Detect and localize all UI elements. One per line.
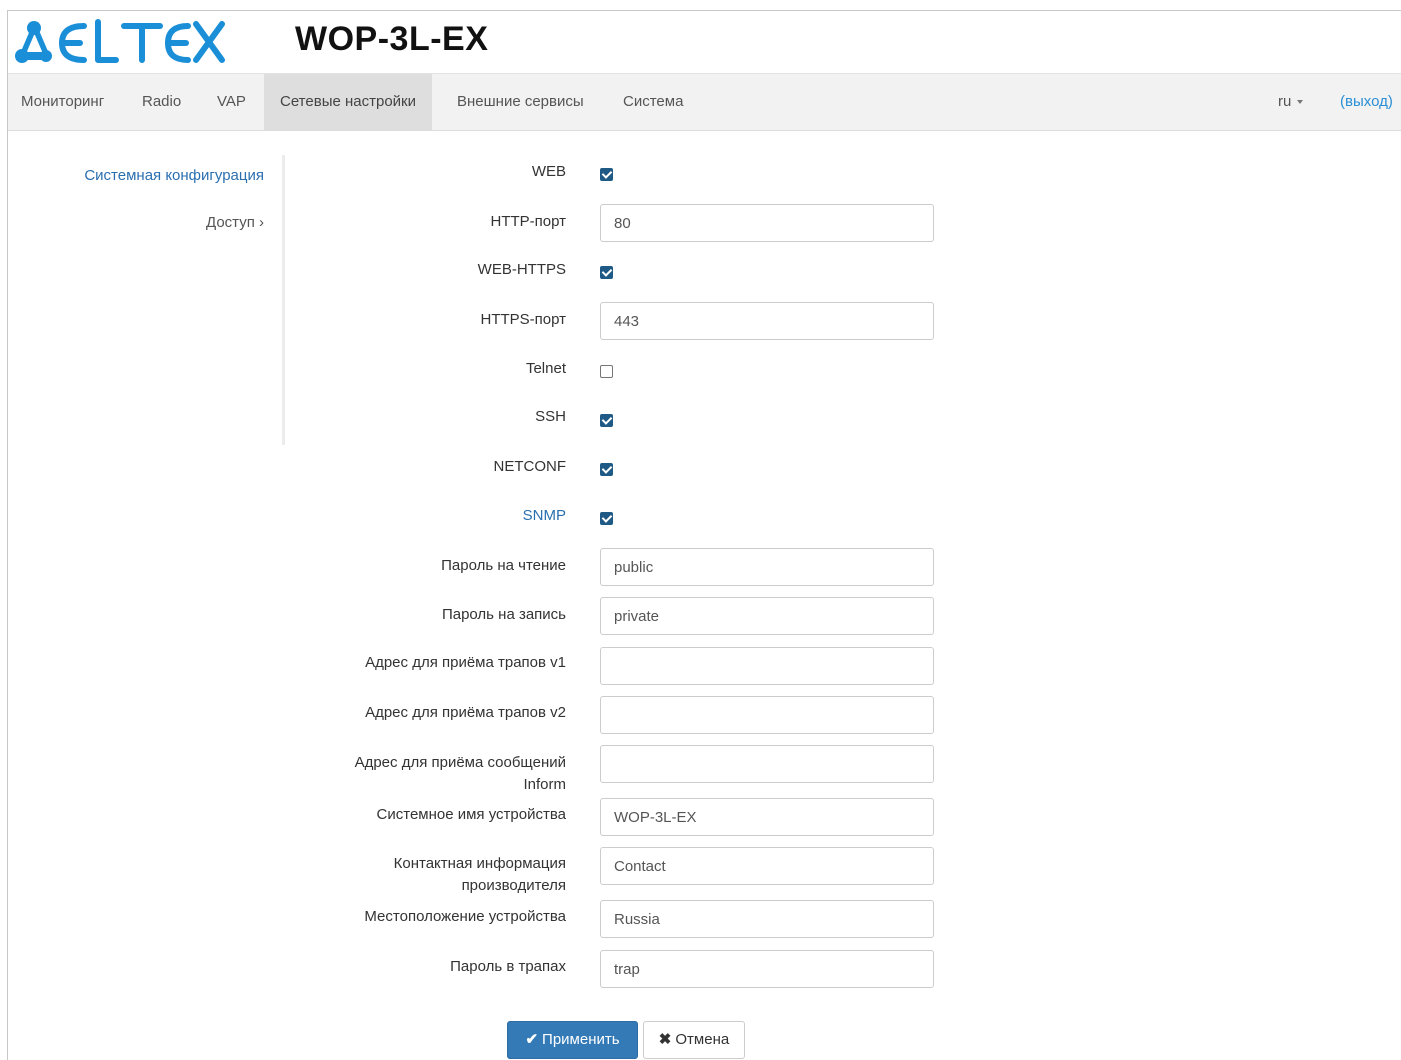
https-port-label: HTTPS-порт xyxy=(480,311,566,328)
sys-name-input[interactable] xyxy=(600,798,934,836)
sidebar-item-access[interactable]: Доступ › xyxy=(206,214,264,231)
trap-password-input[interactable] xyxy=(600,950,934,988)
ssh-label: SSH xyxy=(535,408,566,425)
sys-name-label: Системное имя устройства xyxy=(376,806,566,823)
read-password-label: Пароль на чтение xyxy=(441,557,566,574)
times-icon: ✖ xyxy=(658,1031,672,1048)
trap-v2-label: Адрес для приёма трапов v2 xyxy=(365,704,566,721)
web-label: WEB xyxy=(531,163,566,180)
http-port-input[interactable] xyxy=(600,204,934,242)
netconf-checkbox[interactable] xyxy=(600,463,613,476)
main-navbar: Мониторинг Radio VAP Сетевые настройки В… xyxy=(8,73,1401,131)
write-password-input[interactable] xyxy=(600,597,934,635)
nav-vap[interactable]: VAP xyxy=(217,74,246,130)
location-input[interactable] xyxy=(600,900,934,938)
inform-input[interactable] xyxy=(600,745,934,783)
snmp-label[interactable]: SNMP xyxy=(326,505,566,527)
web-https-checkbox[interactable] xyxy=(600,266,613,279)
nav-system[interactable]: Система xyxy=(623,74,683,130)
caret-down-icon xyxy=(1297,100,1304,105)
web-https-label: WEB-HTTPS xyxy=(477,261,566,278)
contact-label: Контактная информация производителя xyxy=(393,855,566,894)
check-icon: ✔ xyxy=(525,1031,539,1048)
nav-network-settings[interactable]: Сетевые настройки xyxy=(264,74,432,130)
nav-monitoring[interactable]: Мониторинг xyxy=(21,74,104,130)
ssh-checkbox[interactable] xyxy=(600,414,613,427)
language-dropdown[interactable]: ru xyxy=(1278,74,1304,130)
apply-button-label: Применить xyxy=(542,1031,620,1048)
trap-v1-label: Адрес для приёма трапов v1 xyxy=(365,654,566,671)
telnet-checkbox[interactable] xyxy=(600,365,613,378)
language-label: ru xyxy=(1278,93,1292,110)
write-password-label: Пароль на запись xyxy=(441,606,566,623)
apply-button[interactable]: ✔ Применить xyxy=(507,1021,638,1059)
netconf-label: NETCONF xyxy=(493,458,567,475)
eltex-logo xyxy=(12,16,227,64)
telnet-label: Telnet xyxy=(525,360,566,377)
cancel-button-label: Отмена xyxy=(675,1031,730,1048)
read-password-input[interactable] xyxy=(600,548,934,586)
trap-password-label: Пароль в трапах xyxy=(450,958,566,975)
snmp-checkbox[interactable] xyxy=(600,512,613,525)
location-label: Местоположение устройства xyxy=(364,908,566,925)
device-title: WOP-3L-EX xyxy=(295,20,489,58)
sidebar: Системная конфигурация Доступ › xyxy=(20,155,285,445)
contact-input[interactable] xyxy=(600,847,934,885)
web-checkbox[interactable] xyxy=(600,168,613,181)
cancel-button[interactable]: ✖ Отмена xyxy=(643,1021,745,1059)
nav-external-services[interactable]: Внешние сервисы xyxy=(457,74,584,130)
inform-label: Адрес для приёма сообщений Inform xyxy=(354,754,566,793)
logout-link[interactable]: (выход) xyxy=(1340,74,1393,130)
nav-radio[interactable]: Radio xyxy=(142,74,181,130)
trap-v1-input[interactable] xyxy=(600,647,934,685)
trap-v2-input[interactable] xyxy=(600,696,934,734)
http-port-label: HTTP-порт xyxy=(490,213,566,230)
https-port-input[interactable] xyxy=(600,302,934,340)
sidebar-item-system-config[interactable]: Системная конфигурация xyxy=(84,167,264,184)
